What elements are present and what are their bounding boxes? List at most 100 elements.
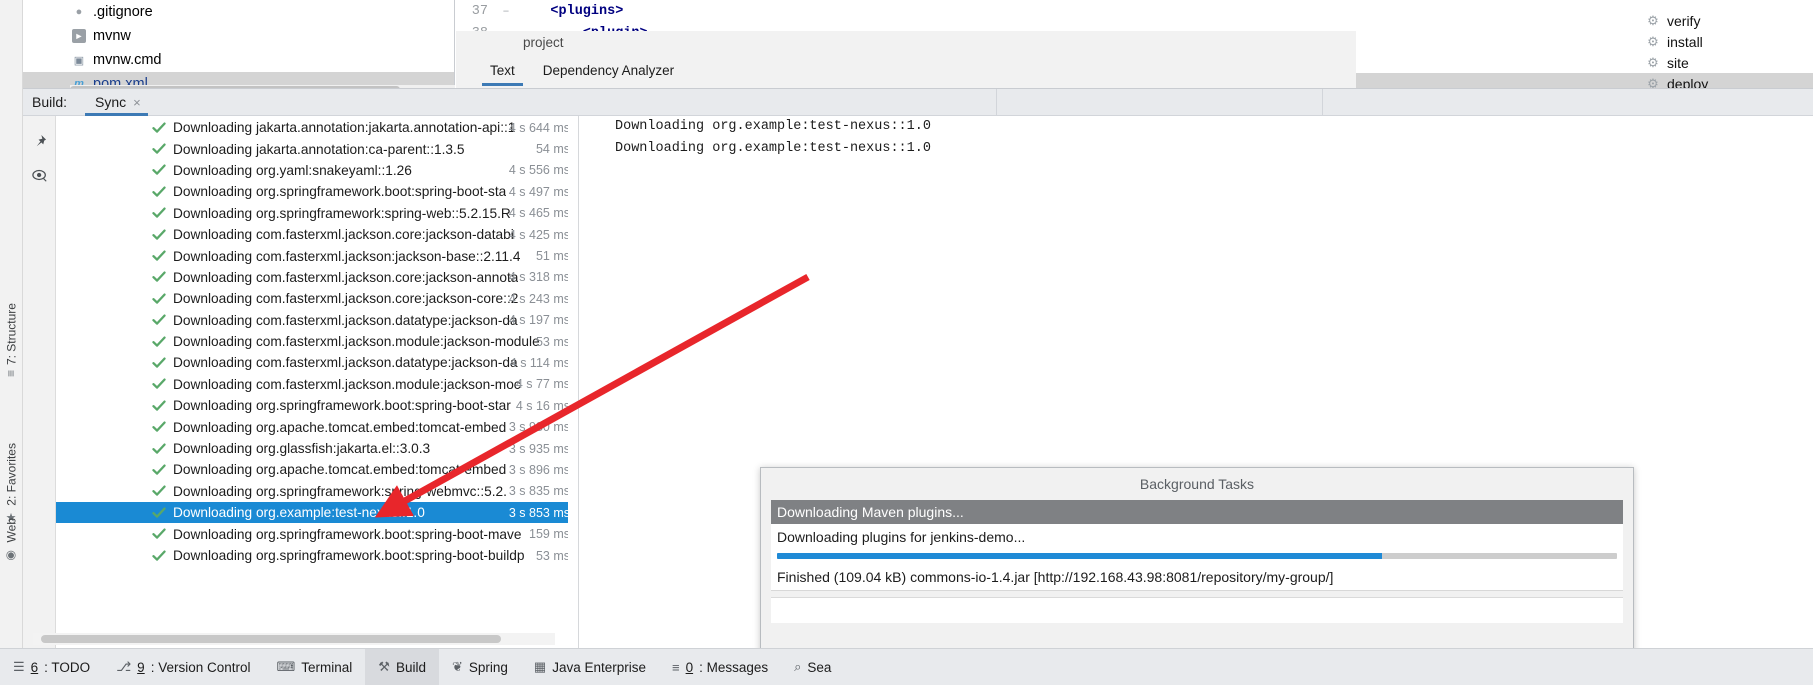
build-tree-row-label: Downloading com.fasterxml.jackson.core:j… xyxy=(173,270,518,285)
build-tree-row-label: Downloading org.springframework.boot:spr… xyxy=(173,527,521,542)
build-tree-row[interactable]: Downloading org.springframework.boot:spr… xyxy=(56,395,578,416)
success-check-icon xyxy=(152,335,166,349)
build-tree-row[interactable]: Downloading org.glassfish:jakarta.el::3.… xyxy=(56,438,578,459)
project-file-row[interactable]: ► mvnw xyxy=(23,24,454,48)
status-bar-item-spring[interactable]: ❦Spring xyxy=(439,649,521,685)
editor-code-area[interactable]: 37 – <plugins> 38 – <plugin> xyxy=(456,0,1356,31)
project-file-row[interactable]: ● .gitignore xyxy=(23,0,454,24)
success-check-icon xyxy=(152,185,166,199)
build-tree-row-label: Downloading jakarta.annotation:ca-parent… xyxy=(173,142,464,157)
status-bar-item-build[interactable]: ⚒Build xyxy=(365,649,439,685)
gear-icon: ⚙ xyxy=(1646,35,1660,49)
status-bar-item-label: : Messages xyxy=(699,660,768,675)
tree-horizontal-scrollbar[interactable] xyxy=(33,633,555,645)
maven-goal-install[interactable]: ⚙ install xyxy=(1356,31,1813,52)
tool-button-favorites[interactable]: ★ 2: Favorites xyxy=(0,443,23,525)
build-tree-row[interactable]: Downloading org.apache.tomcat.embed:tomc… xyxy=(56,416,578,437)
build-tree-row-duration: 3 s 980 ms xyxy=(509,416,570,437)
build-tree-row-duration: 4 s 77 ms xyxy=(516,374,570,395)
build-tree-row[interactable]: Downloading com.fasterxml.jackson.dataty… xyxy=(56,352,578,373)
build-tree-row[interactable]: Downloading jakarta.annotation:ca-parent… xyxy=(56,138,578,159)
status-bar-item-label: Java Enterprise xyxy=(552,660,646,675)
background-task-status: Finished (109.04 kB) commons-io-1.4.jar … xyxy=(771,564,1623,590)
build-tree-row-label: Downloading com.fasterxml.jackson:jackso… xyxy=(173,249,520,264)
build-tree-row[interactable]: Downloading org.apache.tomcat.embed:tomc… xyxy=(56,459,578,480)
status-bar-item-terminal[interactable]: ⌨Terminal xyxy=(264,649,366,685)
pin-icon[interactable] xyxy=(23,124,56,158)
tool-button-structure[interactable]: ≡ 7: Structure xyxy=(0,303,23,377)
build-hammer-icon: ⚒ xyxy=(378,659,390,675)
maven-goal-site[interactable]: ⚙ site xyxy=(1356,52,1813,73)
status-bar-item-version-control[interactable]: ⎇9: Version Control xyxy=(103,649,263,685)
project-file-label: .gitignore xyxy=(93,4,153,20)
success-check-icon xyxy=(152,377,166,391)
status-bar-item-sea[interactable]: ⌕Sea xyxy=(781,649,844,685)
build-tree-row[interactable]: Downloading com.fasterxml.jackson.core:j… xyxy=(56,224,578,245)
status-bar-item-todo[interactable]: ☰6: TODO xyxy=(0,649,103,685)
build-event-tree[interactable]: Downloading jakarta.annotation:jakarta.a… xyxy=(56,116,578,649)
build-tree-row[interactable]: Downloading org.springframework:spring-w… xyxy=(56,203,578,224)
pom-editor-tabs[interactable]: Text Dependency Analyzer xyxy=(456,59,1356,88)
project-tree-panel[interactable]: ● .gitignore ► mvnw ▣ mvnw.cmd m pom.xml… xyxy=(23,0,455,94)
build-tab-sync[interactable]: Sync × xyxy=(85,89,151,116)
success-check-icon xyxy=(152,121,166,135)
pom-editor-footer: project Text Dependency Analyzer xyxy=(456,31,1356,88)
breadcrumb[interactable]: project xyxy=(523,35,564,50)
success-check-icon xyxy=(152,506,166,520)
maven-goal-verify[interactable]: ⚙ verify xyxy=(1356,10,1813,31)
maven-goal-row-clipped[interactable] xyxy=(1356,0,1813,10)
build-tree-row[interactable]: Downloading com.fasterxml.jackson.core:j… xyxy=(56,267,578,288)
status-bar-item-label: : TODO xyxy=(44,660,90,675)
build-tree-row-duration: 4 s 425 ms xyxy=(509,224,570,245)
tree-vertical-scrollbar[interactable] xyxy=(568,116,578,649)
build-tree-row-duration: 54 ms xyxy=(536,138,570,159)
gitignore-file-icon: ● xyxy=(71,4,87,20)
tool-button-label: 2: Favorites xyxy=(5,443,19,506)
status-bar-item-number: 0 xyxy=(686,660,694,675)
tab-text[interactable]: Text xyxy=(476,59,529,86)
project-file-label: mvnw.cmd xyxy=(93,52,162,68)
build-tree-row[interactable]: Downloading com.fasterxml.jackson.module… xyxy=(56,374,578,395)
build-tree-row-duration: 53 ms xyxy=(536,331,570,352)
editor-line: 37 – <plugins> xyxy=(456,0,1356,22)
status-bar-item-java-enterprise[interactable]: ▦Java Enterprise xyxy=(521,649,659,685)
status-bar-item-number: 9 xyxy=(137,660,145,675)
build-tree-row-label: Downloading org.springframework.boot:spr… xyxy=(173,398,511,413)
fold-marker-icon[interactable]: – xyxy=(494,4,518,18)
build-tree-row[interactable]: Downloading org.springframework.boot:spr… xyxy=(56,181,578,202)
build-tree-row[interactable]: Downloading com.fasterxml.jackson.module… xyxy=(56,331,578,352)
tab-dependency-analyzer[interactable]: Dependency Analyzer xyxy=(529,59,688,86)
build-tree-row-duration: 4 s 556 ms xyxy=(509,160,570,181)
success-check-icon xyxy=(152,313,166,327)
build-tree-row[interactable]: Downloading com.fasterxml.jackson.dataty… xyxy=(56,310,578,331)
tool-button-web[interactable]: ◉ Web xyxy=(0,518,23,561)
success-check-icon xyxy=(152,549,166,563)
build-tree-row-label: Downloading com.fasterxml.jackson.module… xyxy=(173,377,521,392)
status-bar-item-label: Sea xyxy=(807,660,831,675)
build-tree-row[interactable]: Downloading org.springframework.boot:spr… xyxy=(56,545,578,566)
project-file-row[interactable]: ▣ mvnw.cmd xyxy=(23,48,454,72)
close-icon[interactable]: × xyxy=(133,95,141,110)
scrollbar-thumb[interactable] xyxy=(41,635,501,643)
maven-tool-window[interactable]: ⚙ verify ⚙ install ⚙ site ⚙ deploy xyxy=(1356,0,1813,88)
success-check-icon xyxy=(152,442,166,456)
eye-icon[interactable] xyxy=(23,158,56,192)
background-tasks-lower xyxy=(761,597,1633,633)
gear-icon: ⚙ xyxy=(1646,14,1660,28)
maven-goal-deploy[interactable]: ⚙ deploy xyxy=(1356,73,1813,88)
status-bar-item-messages[interactable]: ≡0: Messages xyxy=(659,649,781,685)
success-check-icon xyxy=(152,249,166,263)
build-tree-row[interactable]: Downloading com.fasterxml.jackson:jackso… xyxy=(56,245,578,266)
bottom-tool-window-bar[interactable]: ☰6: TODO⎇9: Version Control⌨Terminal⚒Bui… xyxy=(0,648,1813,685)
build-tree-row[interactable]: Downloading com.fasterxml.jackson.core:j… xyxy=(56,288,578,309)
code-text: <plugins> xyxy=(518,4,623,19)
build-tree-row[interactable]: Downloading org.yaml:snakeyaml::1.264 s … xyxy=(56,160,578,181)
build-tree-row-label: Downloading jakarta.annotation:jakarta.a… xyxy=(173,120,515,135)
build-tree-row-selected[interactable]: Downloading org.example:test-nexus::1.03… xyxy=(56,502,578,523)
build-tree-row-duration: 4 s 318 ms xyxy=(509,267,570,288)
todo-icon: ☰ xyxy=(13,659,25,675)
build-tree-row-label: Downloading org.springframework:spring-w… xyxy=(173,206,511,221)
build-tree-row[interactable]: Downloading org.springframework:spring-w… xyxy=(56,481,578,502)
build-tree-row[interactable]: Downloading org.springframework.boot:spr… xyxy=(56,523,578,544)
build-tree-row[interactable]: Downloading jakarta.annotation:jakarta.a… xyxy=(56,117,578,138)
